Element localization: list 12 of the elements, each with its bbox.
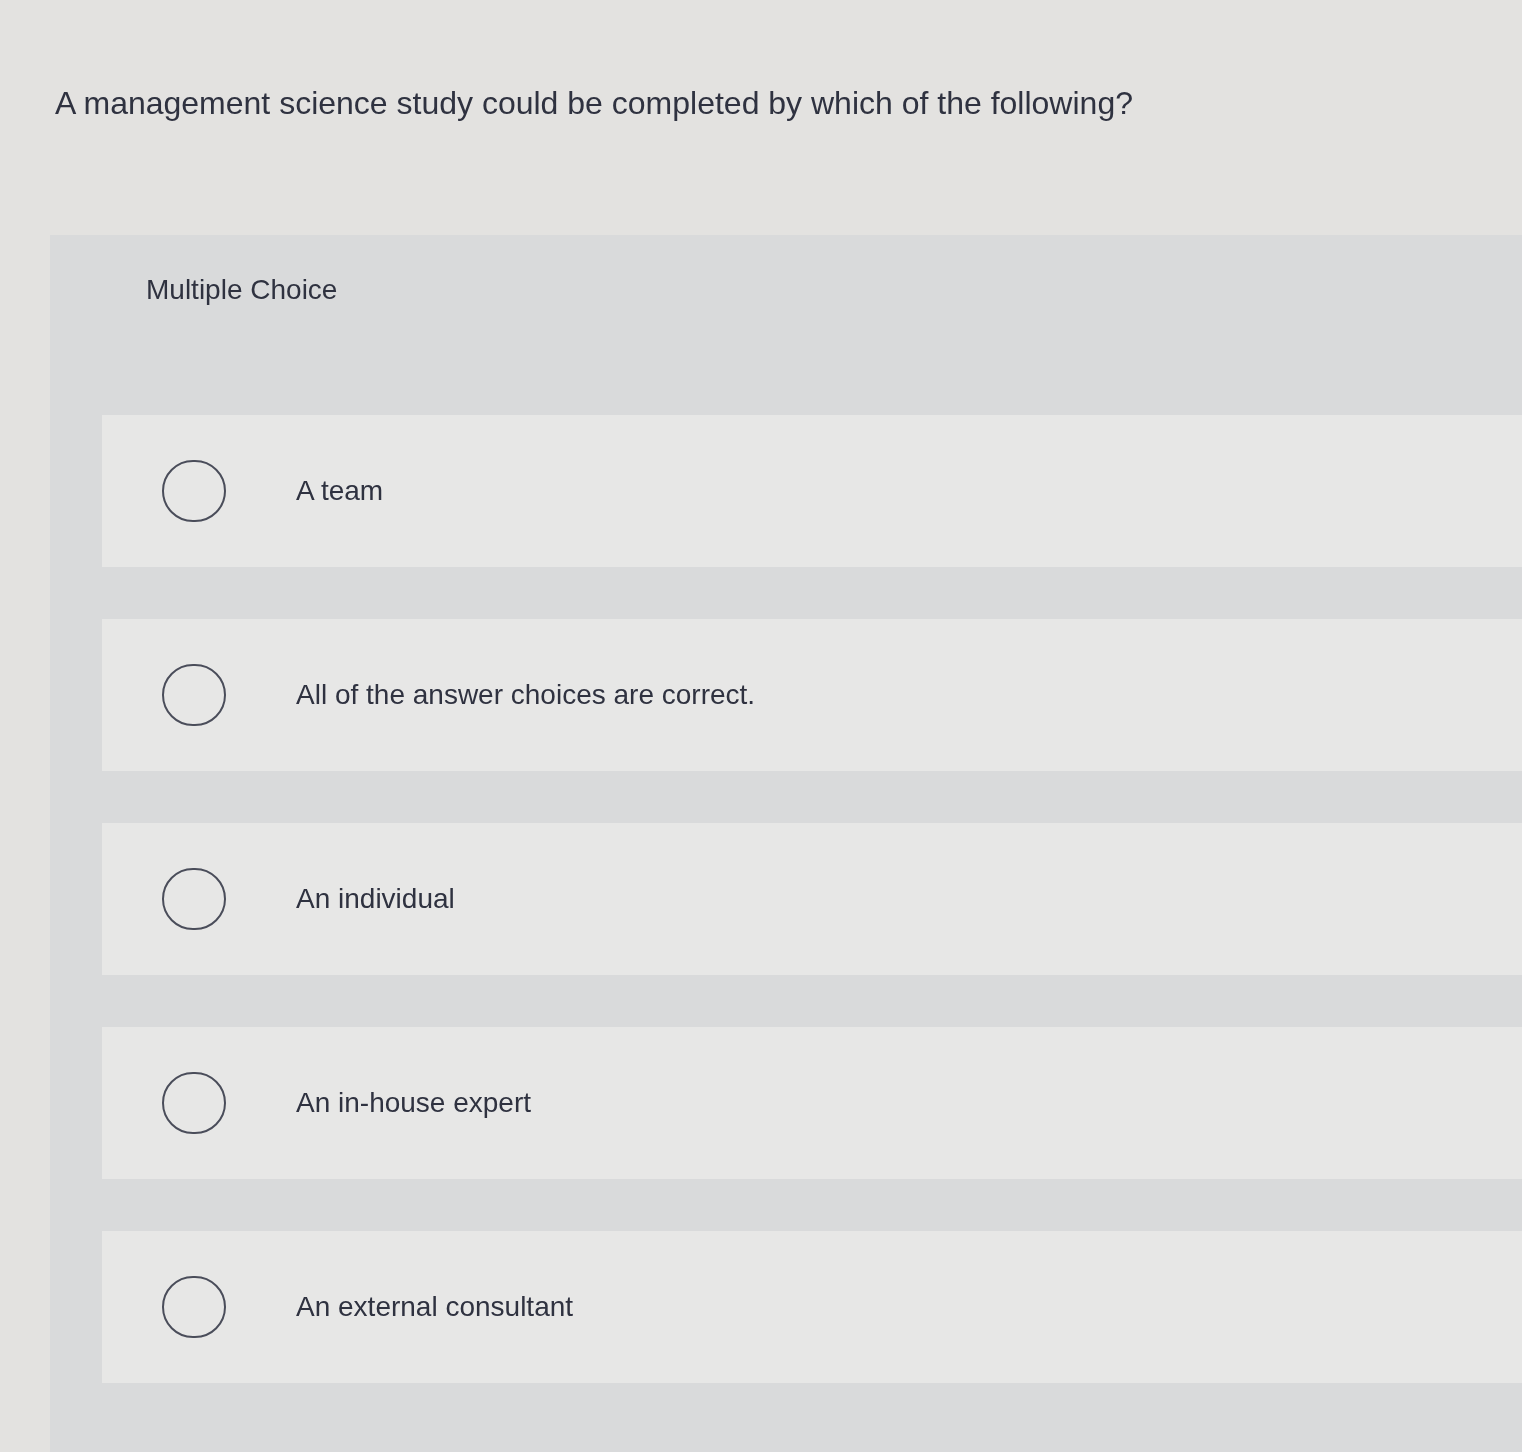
radio-button[interactable] [162,1276,226,1338]
radio-button[interactable] [162,460,226,522]
radio-button[interactable] [162,664,226,726]
question-type-label: Multiple Choice [146,273,338,307]
question-text: A management science study could be completed by which of the following? [55,84,1133,123]
option-label[interactable]: All of the answer choices are correct. [296,677,756,713]
option-label[interactable]: An individual [296,881,455,917]
option-label[interactable]: An external consultant [296,1289,574,1325]
radio-button[interactable] [162,868,226,930]
option-label[interactable]: A team [296,473,384,509]
option-label[interactable]: An in-house expert [296,1085,532,1121]
radio-button[interactable] [162,1072,226,1134]
